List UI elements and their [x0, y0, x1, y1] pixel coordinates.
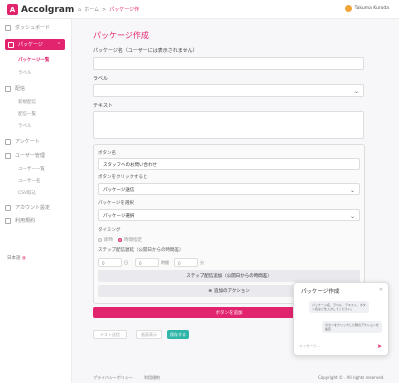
- radio-icon: [118, 238, 122, 242]
- footer-privacy-link[interactable]: プライバシーポリシー: [93, 375, 133, 381]
- logo[interactable]: A Accolgram: [7, 4, 74, 15]
- page-title: パッケージ作成: [93, 31, 149, 40]
- sidebar-sub-csv-import[interactable]: CSV取込: [18, 190, 36, 196]
- chevron-down-icon: ⌄: [349, 213, 355, 220]
- sidebar-item-label: 利用規約: [15, 218, 36, 224]
- sidebar-item-survey[interactable]: アンケート: [5, 138, 40, 145]
- sidebar-sub-package-label[interactable]: ラベル: [18, 70, 32, 76]
- logo-mark: A: [7, 4, 18, 15]
- sidebar-sub-user-list[interactable]: ユーザー一覧: [18, 166, 45, 172]
- delay-label: ステップ配信遅延（公開日からの時間差）: [98, 248, 184, 253]
- sidebar-sub-new-delivery[interactable]: 新規配信: [18, 99, 36, 105]
- plus-icon: ⊕: [208, 288, 212, 294]
- top-bar: A Accolgram ⌂ ホーム > パッケージ作 Takuma Kuroda: [0, 0, 399, 19]
- delay-hours-unit: 時間: [161, 260, 169, 265]
- app-name: Accolgram: [21, 4, 75, 15]
- chat-message: ボタンをクリックした時のアクションを設定: [322, 321, 382, 333]
- survey-icon: [5, 138, 11, 145]
- language-label: 日本語: [7, 256, 21, 261]
- select-package-value: パッケージ選択: [103, 214, 135, 219]
- test-send-button[interactable]: テスト送信: [93, 330, 127, 339]
- sidebar-item-terms[interactable]: 利用規約: [5, 217, 35, 224]
- sidebar: [0, 19, 72, 383]
- send-icon[interactable]: ➤: [377, 343, 382, 350]
- chevron-down-icon: ⌄: [349, 187, 355, 194]
- text-textarea[interactable]: [93, 111, 364, 139]
- sidebar-item-account-settings[interactable]: アカウント設定: [5, 204, 50, 211]
- timing-option-immediate[interactable]: 即時: [98, 237, 113, 243]
- delay-hours-input[interactable]: 0: [135, 258, 159, 267]
- sidebar-sub-delivery-label[interactable]: ラベル: [18, 123, 32, 129]
- close-icon[interactable]: ✕: [379, 287, 383, 293]
- add-action-label: 追加のアクション: [214, 289, 250, 294]
- grid-icon: [5, 24, 11, 31]
- chat-title: パッケージ作成: [301, 289, 340, 295]
- sidebar-item-delivery[interactable]: 配信: [5, 85, 25, 92]
- home-icon[interactable]: ⌂: [78, 7, 81, 13]
- timing-option-label: 即時: [104, 238, 113, 243]
- button-name-label: ボタン名: [98, 151, 116, 156]
- doc-icon: [5, 217, 11, 224]
- on-click-value: パッケージ送信: [103, 188, 135, 193]
- sidebar-item-label: パッケージ: [18, 42, 43, 48]
- text-label: テキスト: [93, 103, 113, 109]
- chat-input[interactable]: メッセージ...: [299, 344, 379, 349]
- timing-option-scheduled[interactable]: 時間指定: [118, 237, 142, 243]
- delay-days-input[interactable]: 0: [98, 258, 122, 267]
- breadcrumb: ⌂ ホーム > パッケージ作: [78, 6, 140, 14]
- sidebar-item-label: ダッシュボード: [15, 25, 51, 31]
- sidebar-item-dashboard[interactable]: ダッシュボード: [5, 24, 50, 31]
- select-package-label: パッケージを選択: [98, 201, 134, 206]
- globe-icon: ◍: [21, 256, 26, 261]
- language-selector[interactable]: 日本語 ◍: [7, 255, 26, 261]
- sidebar-item-label: ユーザー管理: [15, 153, 45, 159]
- sidebar-sub-package-list[interactable]: パッケージ一覧: [18, 57, 49, 63]
- delay-minutes-input[interactable]: 0: [174, 258, 198, 267]
- chat-widget: パッケージ作成 ✕ パッケージ名、ラベル、テキスト、ボタン名などを入力してくださ…: [293, 282, 389, 356]
- preview-button[interactable]: 画面表示: [136, 330, 162, 339]
- sidebar-item-package[interactable]: パッケージ ⌃: [5, 39, 65, 50]
- sidebar-item-users[interactable]: ユーザー管理: [5, 152, 45, 159]
- label-label: ラベル: [93, 76, 109, 82]
- sidebar-item-label: 配信: [15, 86, 26, 92]
- breadcrumb-separator: >: [102, 6, 107, 13]
- add-button-label: ボタンを追加: [215, 310, 243, 316]
- chat-message: パッケージ名、ラベル、テキスト、ボタン名などを入力してください。: [309, 301, 369, 313]
- add-step-button[interactable]: ステップ配信追加（公開日からの時間差）: [98, 270, 360, 282]
- user-name: Takuma Kuroda: [354, 6, 389, 11]
- breadcrumb-home[interactable]: ホーム: [84, 6, 99, 13]
- user-menu[interactable]: Takuma Kuroda: [344, 5, 389, 12]
- users-icon: [5, 152, 11, 159]
- timing-option-label: 時間指定: [124, 238, 142, 243]
- gear-icon: [5, 204, 11, 211]
- sidebar-item-label: アカウント設定: [15, 205, 51, 211]
- on-click-select[interactable]: パッケージ送信 ⌄: [98, 183, 360, 195]
- button-name-input[interactable]: スタッフへのお問い合わせ: [98, 158, 360, 170]
- chevron-down-icon: ⌄: [353, 88, 359, 95]
- save-button[interactable]: 保存する: [167, 330, 189, 339]
- delay-days-unit: 日: [124, 260, 128, 265]
- package-icon: [8, 41, 14, 48]
- package-name-input[interactable]: [93, 57, 364, 70]
- footer-copyright: Copyright © . All rights reserved.: [318, 375, 385, 380]
- add-step-label: ステップ配信追加（公開日からの時間差）: [186, 274, 272, 279]
- sidebar-sub-delivery-list[interactable]: 配信一覧: [18, 111, 36, 117]
- delay-minutes-unit: 分: [200, 260, 204, 265]
- breadcrumb-current: パッケージ作: [109, 7, 140, 13]
- on-click-label: ボタンをクリックすると: [98, 175, 148, 180]
- label-select[interactable]: ⌄: [93, 84, 364, 97]
- package-name-label: パッケージ名（ユーザーには表示されません）: [93, 48, 198, 54]
- send-icon: [5, 85, 11, 92]
- sidebar-item-label: アンケート: [15, 139, 40, 145]
- sidebar-sub-user-name[interactable]: ユーザー名: [18, 178, 40, 184]
- chevron-up-icon: ⌃: [56, 41, 61, 48]
- select-package-select[interactable]: パッケージ選択 ⌄: [98, 209, 360, 221]
- avatar: [344, 5, 352, 12]
- radio-icon: [98, 238, 102, 242]
- timing-label: タイミング: [98, 228, 121, 233]
- footer-terms-link[interactable]: 利用規約: [144, 375, 160, 381]
